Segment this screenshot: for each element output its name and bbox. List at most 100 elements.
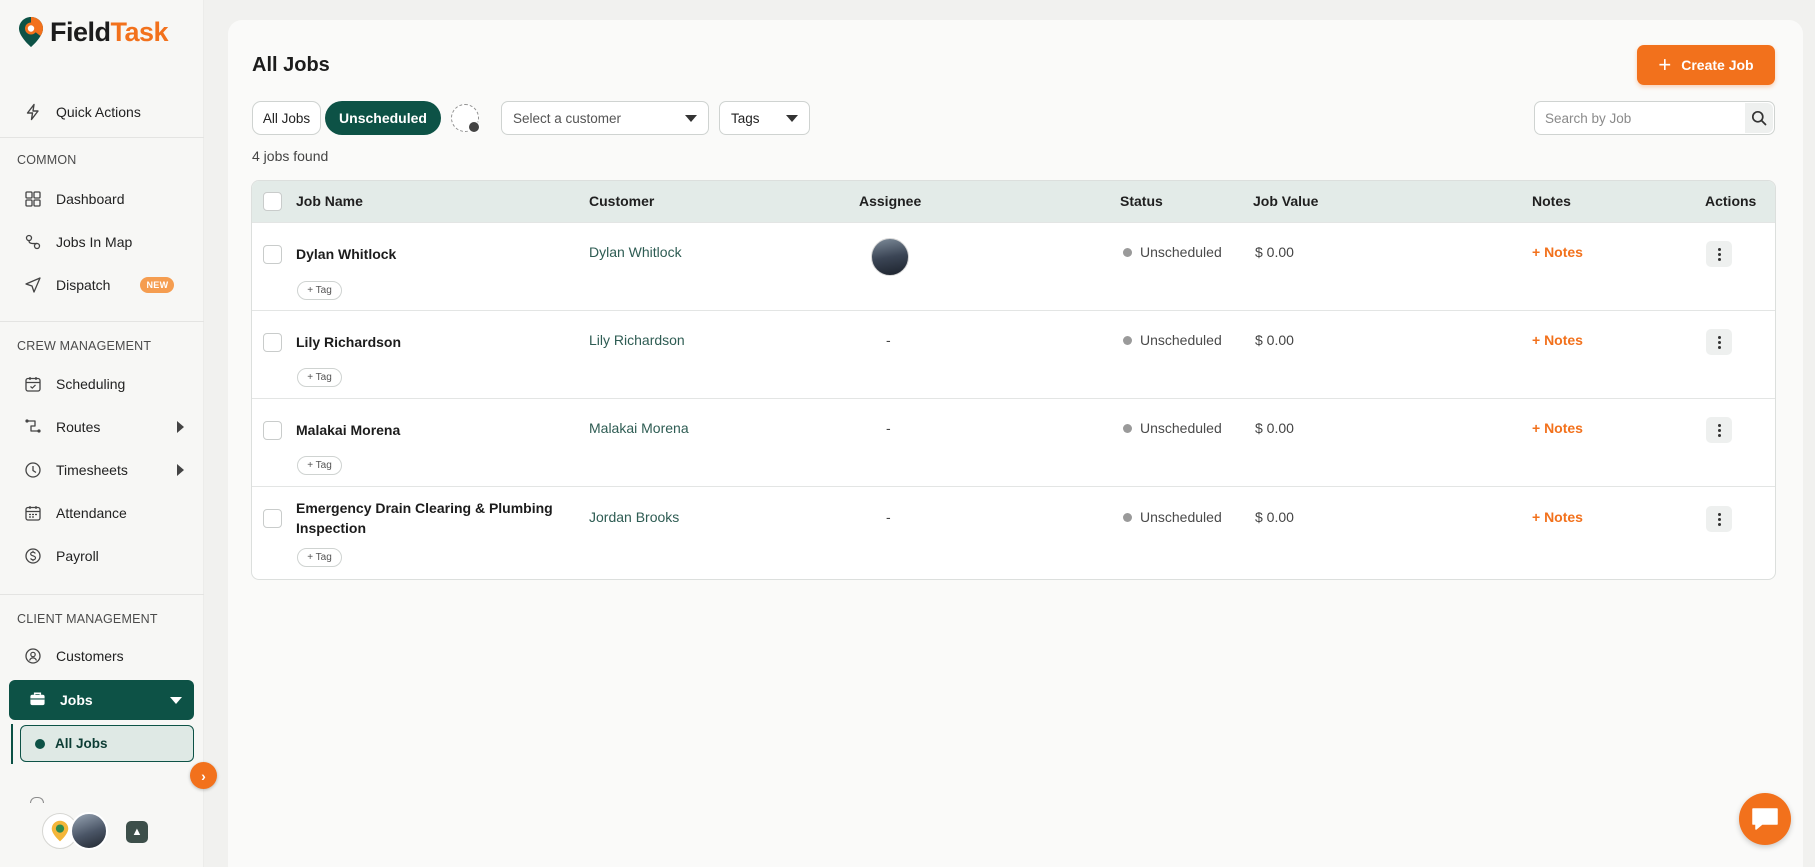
status-dot-icon: [1123, 423, 1132, 433]
sidebar-item-dispatch[interactable]: Dispatch NEW: [24, 272, 184, 298]
search-box: [1534, 101, 1775, 135]
customer-select-label: Select a customer: [513, 110, 622, 126]
search-button[interactable]: [1745, 103, 1773, 133]
row-checkbox[interactable]: [263, 245, 282, 264]
sidebar-item-quick-actions[interactable]: Quick Actions: [24, 99, 184, 125]
chevron-up-icon[interactable]: ▲: [126, 821, 148, 843]
add-tag-button[interactable]: + Tag: [297, 368, 342, 387]
collapse-sidebar-button[interactable]: ›: [190, 762, 217, 789]
sidebar-item-jobs[interactable]: Jobs: [9, 680, 194, 720]
assignee-empty: -: [886, 509, 891, 525]
sidebar-item-payroll[interactable]: Payroll: [24, 543, 184, 569]
job-name[interactable]: Lily Richardson: [296, 332, 566, 352]
sidebar-subitem-all-jobs[interactable]: All Jobs: [20, 725, 194, 762]
select-all-checkbox[interactable]: [263, 192, 282, 211]
status-dot-icon: [1123, 335, 1132, 345]
table-row[interactable]: Malakai Morena + Tag Malakai Morena - Un…: [252, 398, 1775, 486]
plus-icon: +: [1658, 52, 1672, 77]
add-notes-button[interactable]: + Notes: [1532, 332, 1583, 348]
add-notes-button[interactable]: + Notes: [1532, 420, 1583, 436]
status-badge: Unscheduled: [1123, 332, 1222, 348]
sidebar-item-label: Attendance: [56, 505, 127, 521]
table-row[interactable]: Emergency Drain Clearing & Plumbing Insp…: [252, 486, 1775, 579]
active-dot-icon: [35, 738, 45, 749]
add-tag-button[interactable]: + Tag: [297, 281, 342, 300]
chevron-down-icon: [786, 115, 798, 122]
routes-icon: [24, 418, 42, 436]
location-pin-icon: [19, 17, 43, 47]
status-badge: Unscheduled: [1123, 244, 1222, 260]
search-input[interactable]: [1545, 108, 1735, 128]
table-row[interactable]: Dylan Whitlock + Tag Dylan Whitlock Unsc…: [252, 222, 1775, 310]
column-job-value[interactable]: Job Value: [1253, 193, 1318, 209]
briefcase-icon: [29, 690, 46, 710]
column-status[interactable]: Status: [1120, 193, 1163, 209]
sidebar-item-customers[interactable]: Customers: [24, 643, 184, 669]
calendar-icon: [24, 375, 42, 393]
column-customer[interactable]: Customer: [589, 193, 654, 209]
submenu-line: [11, 724, 13, 764]
section-label-client: CLIENT MANAGEMENT: [17, 612, 158, 626]
more-options-icon[interactable]: [1706, 506, 1732, 532]
filter-all-jobs[interactable]: All Jobs: [252, 101, 321, 135]
new-badge: NEW: [140, 277, 175, 293]
job-name[interactable]: Emergency Drain Clearing & Plumbing Insp…: [296, 498, 566, 538]
customer-select[interactable]: Select a customer: [501, 101, 709, 135]
status-badge: Unscheduled: [1123, 509, 1222, 525]
sidebar-item-timesheets[interactable]: Timesheets: [24, 457, 184, 483]
avatar[interactable]: [70, 812, 108, 850]
chevron-right-icon: [177, 421, 184, 433]
sidebar-item-label: Jobs: [60, 692, 93, 708]
customer-link[interactable]: Lily Richardson: [589, 332, 685, 348]
location-pin-icon: [51, 820, 69, 842]
results-count: 4 jobs found: [252, 148, 329, 164]
customer-link[interactable]: Dylan Whitlock: [589, 244, 682, 260]
column-assignee[interactable]: Assignee: [859, 193, 921, 209]
more-options-icon[interactable]: [1706, 329, 1732, 355]
sidebar-item-routes[interactable]: Routes: [24, 414, 184, 440]
tags-select[interactable]: Tags: [719, 101, 810, 135]
brand-name: FieldTask: [50, 16, 169, 47]
job-name[interactable]: Malakai Morena: [296, 420, 566, 440]
sidebar-item-dashboard[interactable]: Dashboard: [24, 186, 184, 212]
more-options-icon[interactable]: [1706, 417, 1732, 443]
customer-link[interactable]: Jordan Brooks: [589, 509, 679, 525]
chat-support-button[interactable]: [1739, 793, 1791, 845]
table-row[interactable]: Lily Richardson + Tag Lily Richardson - …: [252, 310, 1775, 398]
job-value: $ 0.00: [1255, 244, 1294, 260]
sidebar-item-label: Dispatch: [56, 277, 111, 293]
dollar-icon: [24, 547, 42, 565]
sidebar-item-jobs-in-map[interactable]: Jobs In Map: [24, 229, 184, 255]
clear-filter-icon[interactable]: [451, 104, 480, 133]
column-job-name[interactable]: Job Name: [296, 193, 363, 209]
job-value: $ 0.00: [1255, 509, 1294, 525]
more-options-icon[interactable]: [1706, 241, 1732, 267]
tags-select-label: Tags: [731, 110, 760, 126]
sidebar-item-label: Customers: [56, 648, 124, 664]
job-name[interactable]: Dylan Whitlock: [296, 244, 566, 264]
map-route-icon: [24, 233, 42, 251]
sidebar-item-label: Quick Actions: [56, 104, 141, 120]
column-notes: Notes: [1532, 193, 1571, 209]
sidebar-item-label: All Jobs: [55, 736, 108, 751]
add-tag-button[interactable]: + Tag: [297, 548, 342, 567]
divider: [0, 137, 204, 138]
status-label: Unscheduled: [1140, 332, 1222, 348]
app-logo[interactable]: FieldTask: [18, 14, 169, 50]
avatar[interactable]: [871, 238, 909, 276]
row-checkbox[interactable]: [263, 333, 282, 352]
sidebar-item-scheduling[interactable]: Scheduling: [24, 371, 184, 397]
chevron-down-icon: [170, 697, 182, 704]
filter-unscheduled[interactable]: Unscheduled: [325, 101, 441, 135]
sidebar-item-attendance[interactable]: Attendance: [24, 500, 184, 526]
section-label-common: COMMON: [17, 153, 77, 167]
main-panel: All Jobs + Create Job All Jobs Unschedul…: [228, 20, 1803, 867]
customer-link[interactable]: Malakai Morena: [589, 420, 689, 436]
status-badge: Unscheduled: [1123, 420, 1222, 436]
create-job-button[interactable]: + Create Job: [1637, 45, 1775, 85]
row-checkbox[interactable]: [263, 421, 282, 440]
add-notes-button[interactable]: + Notes: [1532, 244, 1583, 260]
add-notes-button[interactable]: + Notes: [1532, 509, 1583, 525]
add-tag-button[interactable]: + Tag: [297, 456, 342, 475]
row-checkbox[interactable]: [263, 509, 282, 528]
